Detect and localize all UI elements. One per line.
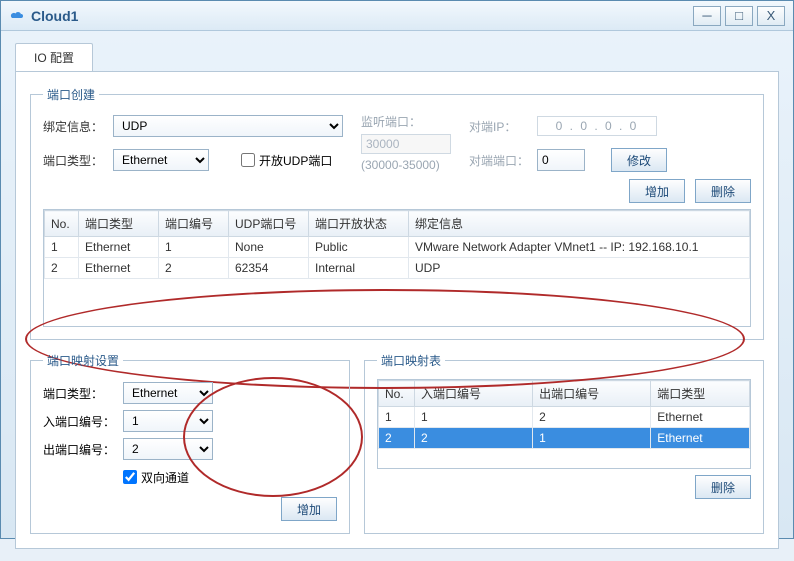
table-row[interactable]: 1Ethernet1NonePublicVMware Network Adapt… [45,237,750,258]
map-delete-button[interactable]: 删除 [695,475,751,499]
peer-port-label: 对端端口： [469,152,529,169]
map-in-port-select[interactable]: 1 [123,410,213,432]
bidir-label: 双向通道 [141,469,189,486]
mcol-out: 出端口编号 [533,381,651,407]
open-udp-checkbox[interactable] [241,153,255,167]
open-udp-label: 开放UDP端口 [259,152,332,169]
port-table-container: No. 端口类型 端口编号 UDP端口号 端口开放状态 绑定信息 1Ethern… [43,209,751,327]
maximize-button[interactable]: □ [725,6,753,26]
mcol-type: 端口类型 [651,381,750,407]
listen-port-value: 30000 [361,134,451,154]
cloud-icon [9,8,25,24]
map-table-container: No. 入端口编号 出端口编号 端口类型 112Ethernet221Ether… [377,379,751,469]
map-in-port-label: 入端口编号： [43,413,123,430]
close-button[interactable]: X [757,6,785,26]
group-port-create: 端口创建 绑定信息： UDP 端口类型： Ethernet [30,86,764,340]
map-out-port-label: 出端口编号： [43,441,123,458]
port-type-select[interactable]: Ethernet [113,149,209,171]
port-table[interactable]: No. 端口类型 端口编号 UDP端口号 端口开放状态 绑定信息 1Ethern… [44,210,750,279]
port-create-legend: 端口创建 [43,86,99,103]
tab-header: IO 配置 [15,43,779,71]
modify-button[interactable]: 修改 [611,148,667,172]
listen-port-range: (30000-35000) [361,158,451,172]
map-add-button[interactable]: 增加 [281,497,337,521]
table-row[interactable]: 2Ethernet262354InternalUDP [45,258,750,279]
col-no: No. [45,211,79,237]
port-type-label: 端口类型： [43,152,105,169]
map-table[interactable]: No. 入端口编号 出端口编号 端口类型 112Ethernet221Ether… [378,380,750,449]
map-port-type-select[interactable]: Ethernet [123,382,213,404]
main-panel: 端口创建 绑定信息： UDP 端口类型： Ethernet [15,71,779,549]
content-area: IO 配置 端口创建 绑定信息： UDP 端口类型： [1,31,793,561]
window-title: Cloud1 [31,8,693,24]
table-row[interactable]: 221Ethernet [379,428,750,449]
titlebar: Cloud1 ─ □ X [1,1,793,31]
col-open: 端口开放状态 [309,211,409,237]
bind-info-label: 绑定信息： [43,118,105,135]
group-map-table: 端口映射表 No. 入端口编号 出端口编号 端口类型 [364,352,764,534]
tab-io-config[interactable]: IO 配置 [15,43,93,71]
bidir-checkbox[interactable] [123,470,137,484]
peer-ip-label: 对端IP： [469,118,529,135]
map-settings-legend: 端口映射设置 [43,352,123,369]
group-map-settings: 端口映射设置 端口类型： Ethernet 入端口编号： 1 出端口编号： 2 [30,352,350,534]
window-controls: ─ □ X [693,6,785,26]
mcol-no: No. [379,381,415,407]
table-row[interactable]: 112Ethernet [379,407,750,428]
col-udp: UDP端口号 [229,211,309,237]
bind-info-select[interactable]: UDP [113,115,343,137]
app-window: Cloud1 ─ □ X IO 配置 端口创建 绑定信息： UDP [0,0,794,539]
map-out-port-select[interactable]: 2 [123,438,213,460]
mcol-in: 入端口编号 [415,381,533,407]
port-delete-button[interactable]: 删除 [695,179,751,203]
minimize-button[interactable]: ─ [693,6,721,26]
peer-port-input[interactable] [537,149,585,171]
col-type: 端口类型 [79,211,159,237]
col-num: 端口编号 [159,211,229,237]
listen-port-label: 监听端口： [361,113,451,130]
col-bind: 绑定信息 [409,211,750,237]
map-port-type-label: 端口类型： [43,385,123,402]
map-table-legend: 端口映射表 [377,352,445,369]
port-add-button[interactable]: 增加 [629,179,685,203]
peer-ip-value: 0 . 0 . 0 . 0 [537,116,657,136]
